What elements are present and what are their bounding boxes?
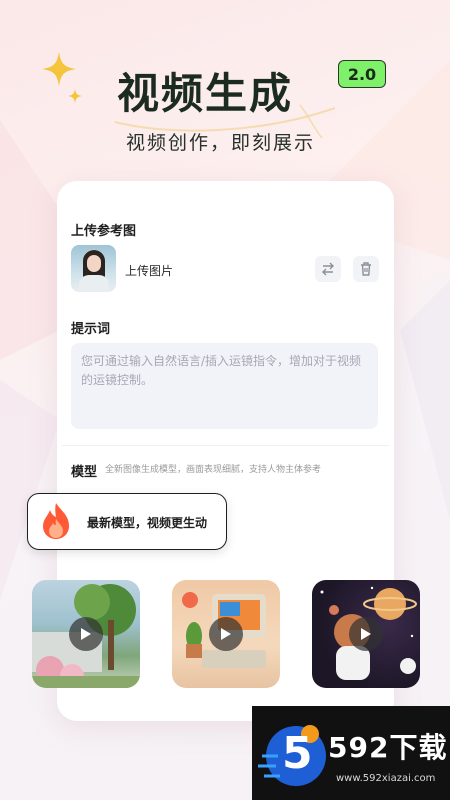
fire-icon [43, 503, 69, 539]
trash-icon [361, 262, 371, 276]
sparkle-large-icon [42, 52, 76, 86]
delete-image-button[interactable] [353, 256, 379, 282]
play-icon [361, 628, 371, 640]
page-subtitle: 视频创作，即刻展示 [126, 132, 316, 154]
swap-image-button[interactable] [315, 256, 341, 282]
tip-text: 最新模型，视频更生动 [87, 516, 208, 530]
sparkle-small-icon [68, 89, 82, 103]
swap-icon [322, 262, 334, 276]
reference-image-thumbnail[interactable] [71, 245, 116, 292]
watermark-brand: 592下载 [328, 731, 448, 764]
upload-section-title: 上传参考图 [71, 224, 137, 239]
video-thumb-astronaut-cat[interactable] [312, 580, 420, 688]
play-button[interactable] [349, 617, 383, 651]
prompt-section-title: 提示词 [71, 322, 111, 337]
divider [62, 445, 389, 446]
play-button[interactable] [209, 617, 243, 651]
model-section-title: 模型 [71, 465, 98, 480]
upload-image-label[interactable]: 上传图片 [125, 262, 173, 279]
watermark-logo-digit: 5 [282, 728, 313, 779]
video-thumb-garden-wall[interactable] [32, 580, 140, 688]
video-thumb-retro-computer[interactable] [172, 580, 280, 688]
model-description: 全新图像生成模型，画面表现细腻，支持人物主体参考 [105, 465, 322, 475]
play-button[interactable] [69, 617, 103, 651]
play-icon [221, 628, 231, 640]
play-icon [81, 628, 91, 640]
version-badge: 2.0 [338, 60, 386, 88]
prompt-placeholder: 您可通过输入自然语言/插入运镜指令，增加对于视频的运镜控制。 [81, 354, 362, 387]
watermark-url: www.592xiazai.com [336, 773, 436, 784]
